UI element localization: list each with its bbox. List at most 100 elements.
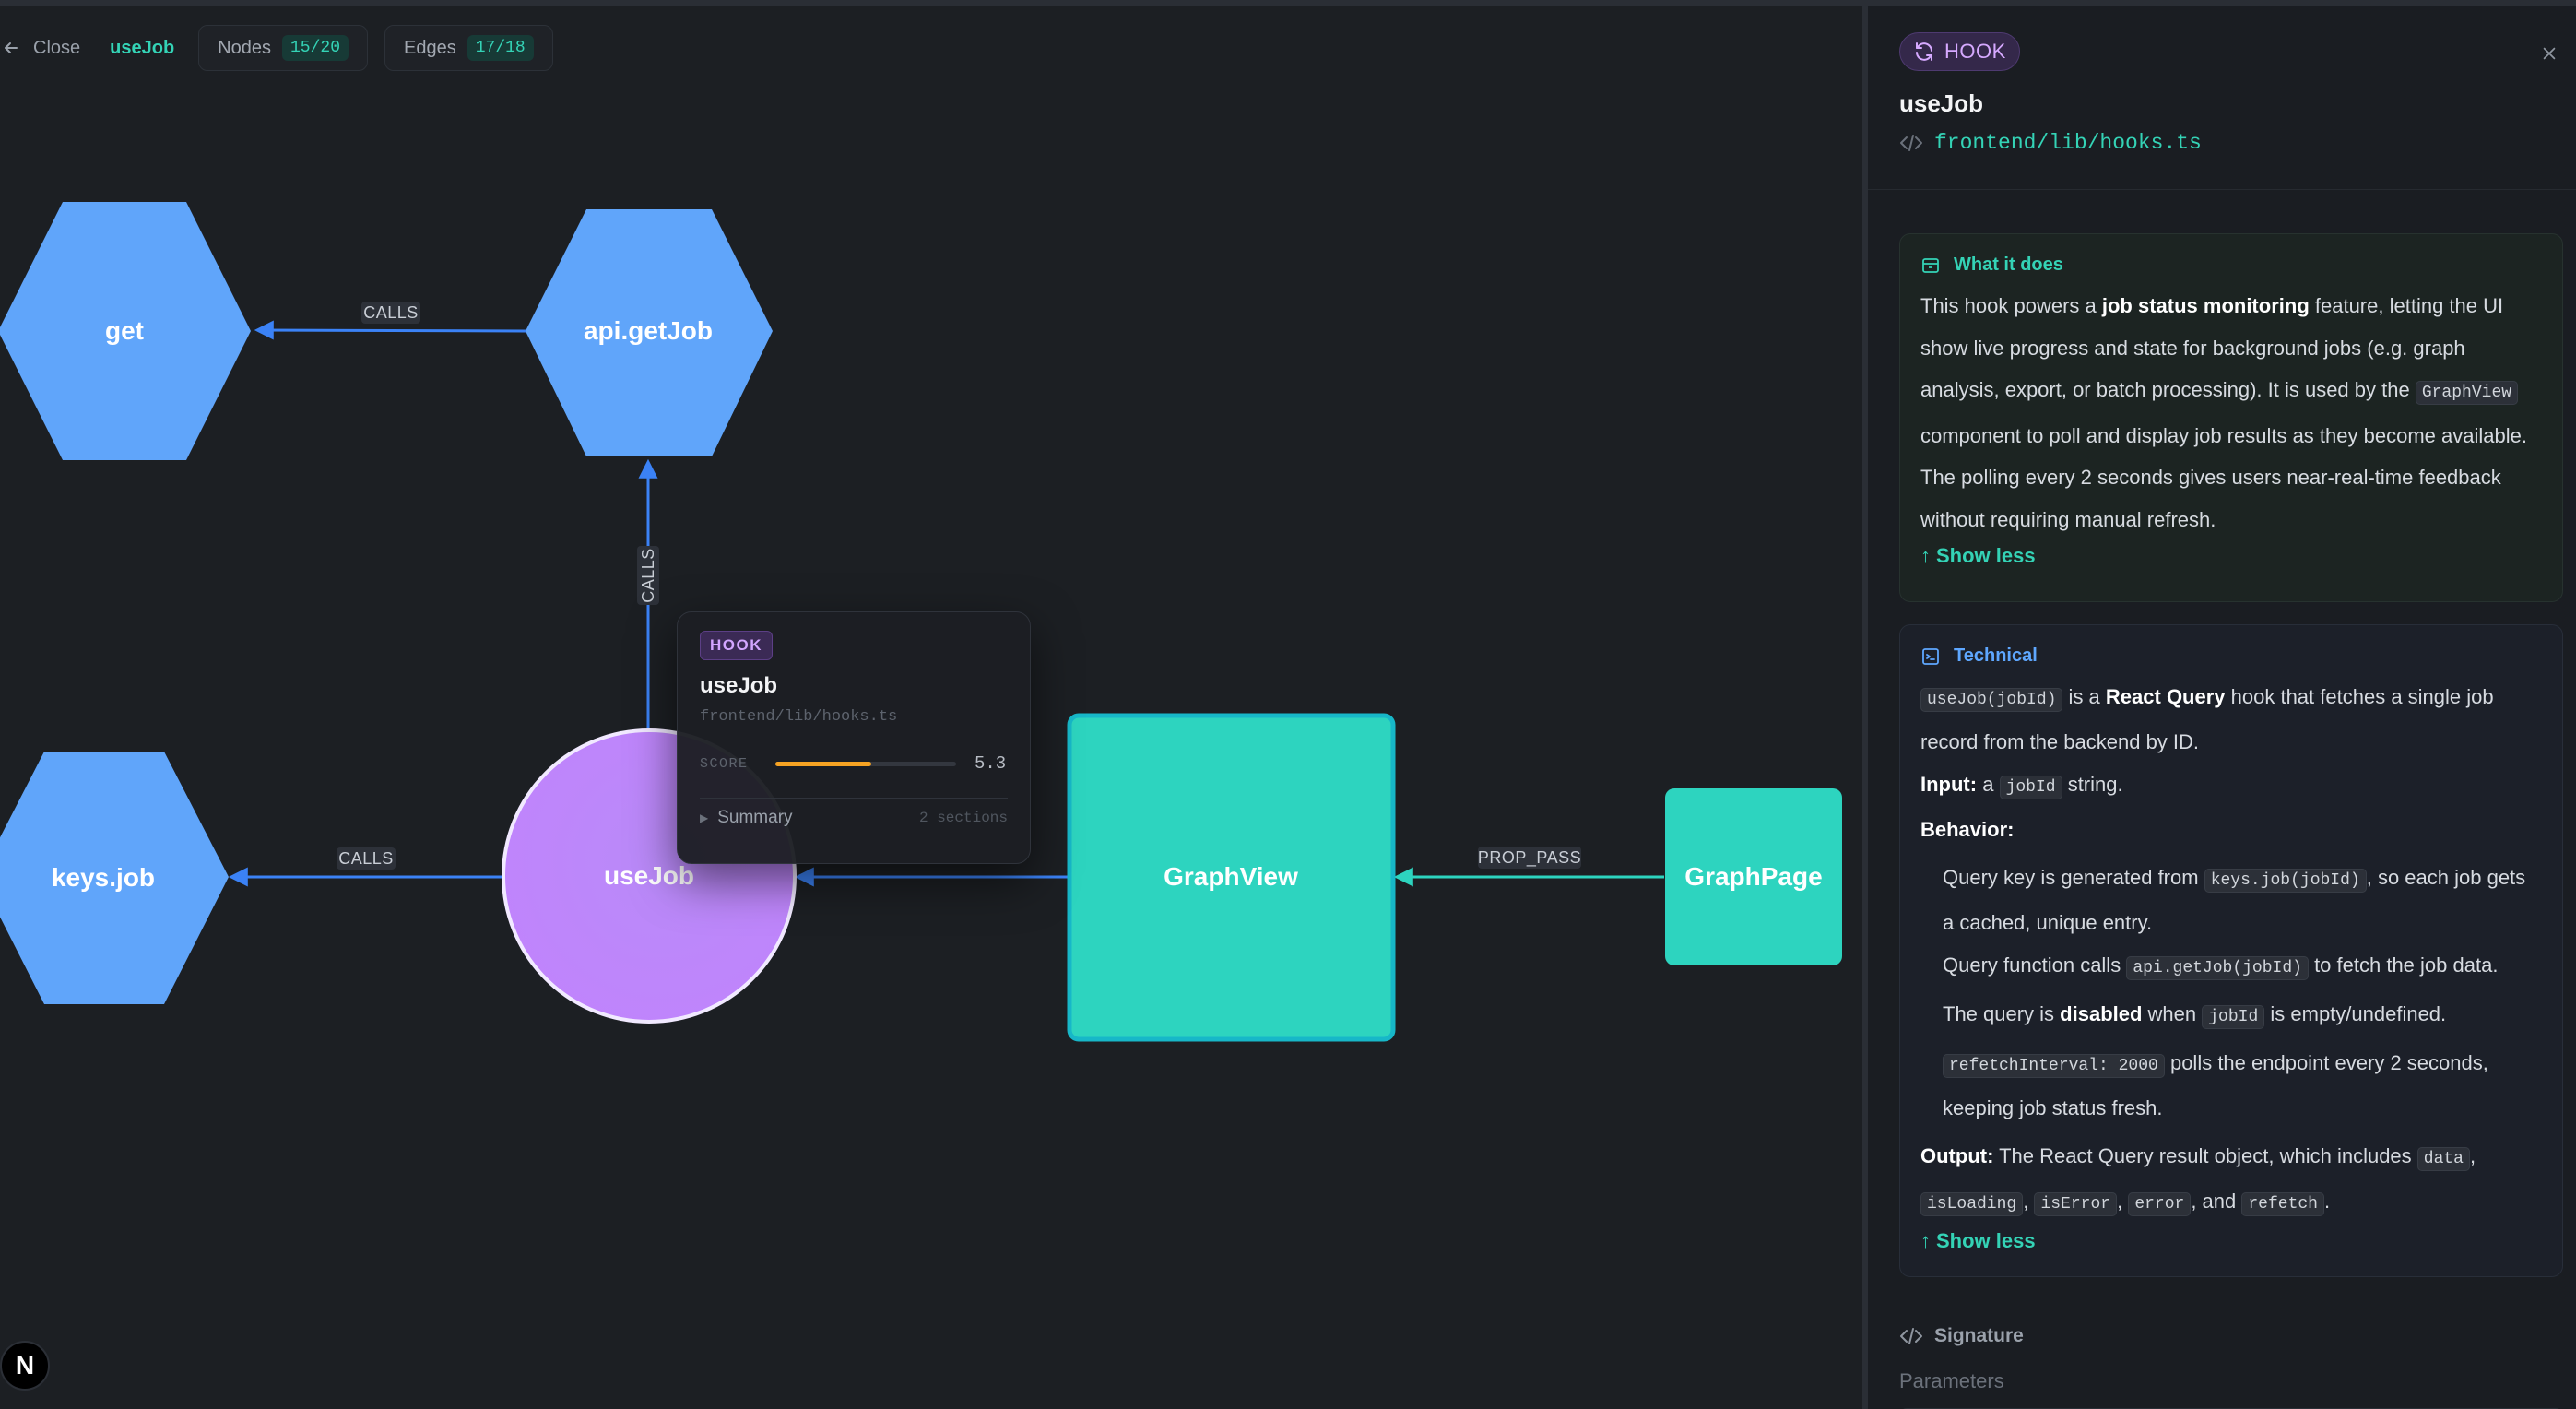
text-run: The React Query result object, which inc… — [1993, 1144, 2417, 1167]
inline-code: useJob(jobId) — [1920, 688, 2063, 712]
panel-file-path[interactable]: frontend/lib/hooks.ts — [1899, 131, 2576, 155]
graph-toolbar: Close useJob Nodes 15/20 Edges 17/18 — [0, 23, 553, 73]
hover-divider — [700, 798, 1008, 799]
inline-code: refetchInterval: 2000 — [1943, 1054, 2165, 1078]
show-less-button[interactable]: ↑ Show less — [1920, 544, 2036, 568]
text-run: , — [2470, 1144, 2476, 1167]
technical-input: Input: a jobId string. — [1920, 764, 2542, 809]
signature-heading[interactable]: Signature — [1899, 1325, 2024, 1347]
technical-intro: useJob(jobId) is a React Query hook that… — [1920, 676, 2542, 764]
text-run: This hook powers a — [1920, 294, 2102, 317]
text-run: a — [1977, 773, 2000, 796]
hover-score-row: SCORE 5.3 — [700, 753, 1008, 774]
show-less-button[interactable]: ↑ Show less — [1920, 1229, 2036, 1253]
file-path-text: frontend/lib/hooks.ts — [1934, 131, 2202, 155]
close-button[interactable]: Close — [0, 38, 86, 59]
graph-canvas[interactable]: CALLS CALLS CALLS PROP_PASS get api.getJ… — [0, 0, 1862, 1409]
text-run: string. — [2062, 773, 2123, 796]
summary-row[interactable]: ▶ Summary 2 sections — [700, 808, 1008, 828]
current-node-label[interactable]: useJob — [102, 38, 182, 59]
summary-label: Summary — [717, 808, 793, 827]
terminal-icon — [1922, 647, 1939, 665]
text-run: is empty/undefined. — [2264, 1002, 2447, 1025]
kind-badge-label: HOOK — [1944, 40, 2006, 63]
text-bold: disabled — [2060, 1002, 2143, 1025]
arrow-up-icon: ↑ — [1920, 1229, 1931, 1252]
what-it-does-card: What it does This hook powers a job stat… — [1899, 233, 2563, 602]
score-value: 5.3 — [975, 753, 1007, 774]
nodes-count: 15/20 — [281, 35, 349, 61]
text-bold: Behavior: — [1920, 818, 2015, 841]
edges-counter[interactable]: Edges 17/18 — [384, 25, 553, 71]
code-icon — [1900, 1328, 1922, 1344]
edge-label-calls: CALLS — [363, 303, 419, 322]
text-run: The query is — [1943, 1002, 2061, 1025]
sections-count: 2 sections — [918, 810, 1008, 826]
behavior-item: The query is disabled when jobId is empt… — [1920, 993, 2542, 1038]
text-bold: Input: — [1920, 773, 1978, 796]
edge-usejob-to-keys-job[interactable]: CALLS — [228, 847, 502, 887]
node-get[interactable]: get — [0, 202, 251, 460]
node-label-api-getjob: api.getJob — [584, 316, 713, 345]
inline-code: error — [2128, 1192, 2192, 1216]
node-graphpage[interactable]: GraphPage — [1665, 788, 1842, 965]
node-label-usejob: useJob — [604, 861, 694, 890]
text-run: , — [2117, 1190, 2129, 1213]
edges-label: Edges — [404, 37, 456, 58]
inline-code: keys.job(jobId) — [2204, 869, 2367, 893]
node-graphview[interactable]: GraphView — [1067, 713, 1396, 1042]
edge-label-calls: CALLS — [639, 548, 657, 603]
code-icon — [1900, 135, 1922, 151]
text-run: Query key is generated from — [1943, 866, 2204, 889]
technical-behavior-label: Behavior: — [1920, 809, 2542, 851]
logo-letter: N — [15, 1351, 35, 1379]
text-run: , and — [2191, 1190, 2242, 1213]
text-bold: job status monitoring — [2101, 294, 2310, 317]
hover-kind-badge: HOOK — [700, 631, 773, 660]
hover-path: frontend/lib/hooks.ts — [700, 708, 898, 726]
inline-code: data — [2416, 1147, 2470, 1171]
node-label-get: get — [105, 316, 144, 345]
text-run: Query function calls — [1943, 953, 2127, 977]
close-panel-button[interactable] — [2537, 41, 2561, 65]
score-label: SCORE — [700, 755, 749, 772]
close-label: Close — [33, 37, 81, 58]
edge-api-getjob-to-get[interactable]: CALLS — [254, 302, 526, 340]
node-label-graphpage: GraphPage — [1684, 862, 1822, 891]
box-icon — [1922, 257, 1939, 273]
score-bar — [775, 761, 956, 766]
n-logo[interactable]: N — [0, 1341, 50, 1391]
what-it-does-text: This hook powers a job status monitoring… — [1920, 285, 2542, 540]
score-bar-fill — [775, 761, 871, 766]
edges-count: 17/18 — [467, 35, 534, 61]
edge-usejob-to-api-getjob[interactable]: CALLS — [637, 458, 659, 730]
triangle-right-icon: ▶ — [700, 811, 709, 824]
detail-panel: HOOK useJob frontend/lib/hooks.ts What i… — [1862, 0, 2576, 1409]
node-label-keys-job: keys.job — [52, 863, 155, 892]
node-keys-job[interactable]: keys.job — [0, 752, 229, 1004]
summary-toggle[interactable]: ▶ Summary — [700, 808, 793, 828]
text-run: , — [2023, 1190, 2035, 1213]
behavior-item: Query function calls api.getJob(jobId) t… — [1920, 944, 2542, 989]
inline-code: jobId — [2202, 1005, 2265, 1029]
close-icon — [2543, 47, 2556, 60]
text-run: . — [2324, 1190, 2331, 1213]
node-hover-card: HOOK useJob frontend/lib/hooks.ts SCORE … — [677, 611, 1031, 864]
behavior-item: refetchInterval: 2000 polls the endpoint… — [1920, 1042, 2542, 1130]
technical-heading-label: Technical — [1954, 645, 2038, 666]
technical-heading: Technical — [1920, 645, 2542, 667]
inline-code: isError — [2034, 1192, 2118, 1216]
panel-header: HOOK useJob frontend/lib/hooks.ts — [1868, 6, 2576, 155]
panel-title: useJob — [1899, 89, 1984, 117]
signature-label: Signature — [1934, 1325, 2024, 1346]
arrow-up-icon: ↑ — [1920, 544, 1931, 567]
inline-code: refetch — [2241, 1192, 2324, 1216]
behavior-item: Query key is generated from keys.job(job… — [1920, 857, 2542, 944]
edge-label-prop-pass: PROP_PASS — [1478, 848, 1581, 868]
inline-code: GraphView — [2415, 381, 2519, 405]
nodes-counter[interactable]: Nodes 15/20 — [198, 25, 368, 71]
edge-graphpage-to-graphview[interactable]: PROP_PASS — [1393, 847, 1664, 887]
node-api-getjob[interactable]: api.getJob — [526, 209, 773, 456]
show-less-label: Show less — [1936, 544, 2036, 567]
text-bold: React Query — [2105, 685, 2226, 708]
